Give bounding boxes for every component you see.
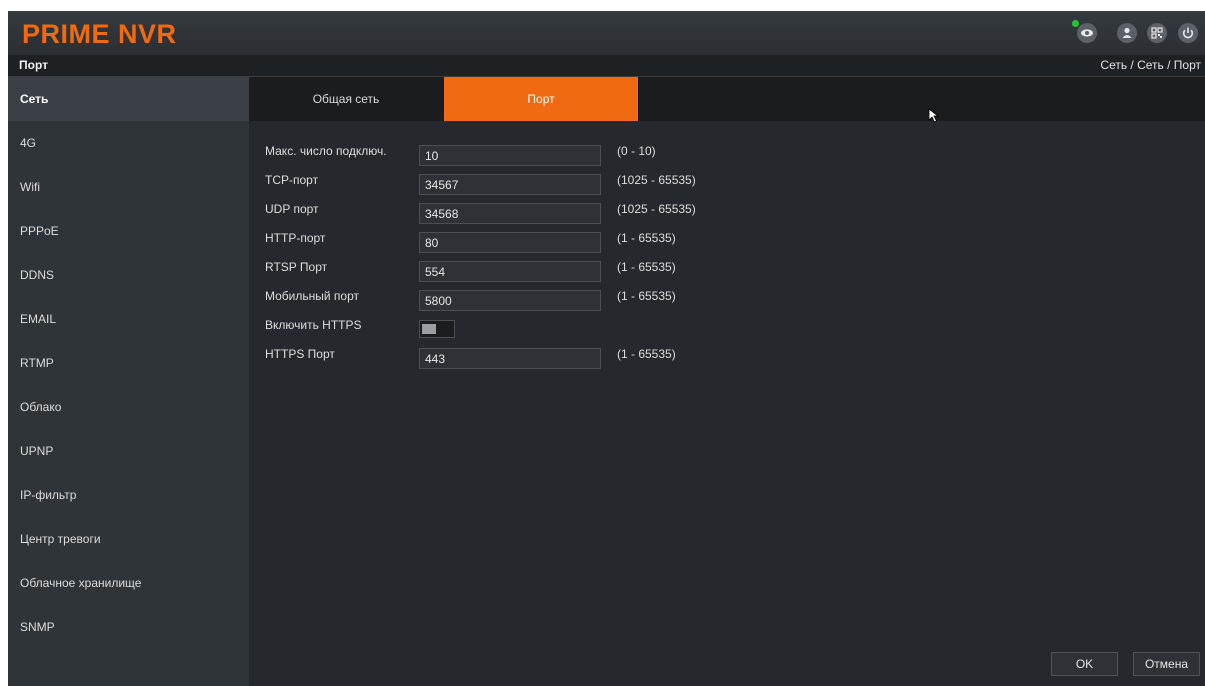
qr-code-icon[interactable] [1147,23,1167,43]
tcp-port-row: TCP-порт 34567 (1025 - 65535) [249,170,849,198]
https-port-label: HTTPS Порт [265,347,335,361]
sidebar-item-ddns[interactable]: DDNS [8,253,249,297]
max-connections-input[interactable]: 10 [419,145,601,166]
mouse-cursor-icon [928,108,942,124]
tcp-port-label: TCP-порт [265,173,319,187]
sidebar-item-network[interactable]: Сеть [8,77,249,121]
sidebar-item-cloud[interactable]: Облако [8,385,249,429]
udp-port-row: UDP порт 34568 (1025 - 65535) [249,199,849,227]
sidebar-item-4g[interactable]: 4G [8,121,249,165]
sidebar-item-cloud-storage[interactable]: Облачное хранилище [8,561,249,605]
tab-port[interactable]: Порт [444,77,638,121]
max-connections-range: (0 - 10) [617,144,656,158]
udp-port-range: (1025 - 65535) [617,202,696,216]
tcp-port-input[interactable]: 34567 [419,174,601,195]
https-enable-label: Включить HTTPS [265,318,362,332]
http-port-row: HTTP-порт 80 (1 - 65535) [249,228,849,256]
tab-general-network[interactable]: Общая сеть [249,77,443,121]
top-header: PRIME NVR [8,11,1205,55]
eye-icon[interactable] [1077,23,1097,43]
page-title: Порт [19,58,49,72]
udp-port-label: UDP порт [265,202,319,216]
breadcrumb: Сеть / Сеть / Порт [1100,58,1201,72]
rtsp-port-range: (1 - 65535) [617,260,676,274]
https-enable-toggle[interactable] [419,320,455,338]
http-port-range: (1 - 65535) [617,231,676,245]
max-connections-label: Макс. число подключ. [265,144,387,158]
logo: PRIME NVR [22,19,177,49]
subheader: Порт Сеть / Сеть / Порт [8,55,1205,77]
https-port-input[interactable]: 443 [419,348,601,369]
sidebar-item-rtmp[interactable]: RTMP [8,341,249,385]
sidebar-item-alarm-center[interactable]: Центр тревоги [8,517,249,561]
power-icon[interactable] [1178,23,1198,43]
mobile-port-input[interactable]: 5800 [419,290,601,311]
sidebar: Сеть 4G Wifi PPPoE DDNS EMAIL RTMP Облак… [8,77,249,686]
toggle-knob [422,324,436,334]
tcp-port-range: (1025 - 65535) [617,173,696,187]
user-icon[interactable] [1117,23,1137,43]
mobile-port-label: Мобильный порт [265,289,360,303]
rtsp-port-input[interactable]: 554 [419,261,601,282]
mobile-port-row: Мобильный порт 5800 (1 - 65535) [249,286,849,314]
https-enable-row: Включить HTTPS [249,315,849,343]
sidebar-item-email[interactable]: EMAIL [8,297,249,341]
https-port-range: (1 - 65535) [617,347,676,361]
port-settings-form: Макс. число подключ. 10 (0 - 10) TCP-пор… [249,121,1205,641]
sidebar-item-wifi[interactable]: Wifi [8,165,249,209]
tab-bar: Общая сеть Порт [249,77,1205,121]
udp-port-input[interactable]: 34568 [419,203,601,224]
rtsp-port-row: RTSP Порт 554 (1 - 65535) [249,257,849,285]
rtsp-port-label: RTSP Порт [265,260,328,274]
https-port-row: HTTPS Порт 443 (1 - 65535) [249,344,849,372]
sidebar-item-ip-filter[interactable]: IP-фильтр [8,473,249,517]
http-port-input[interactable]: 80 [419,232,601,253]
sidebar-item-pppoe[interactable]: PPPoE [8,209,249,253]
sidebar-item-upnp[interactable]: UPNP [8,429,249,473]
cancel-button[interactable]: Отмена [1133,652,1200,676]
ok-button[interactable]: OK [1051,652,1118,676]
max-connections-row: Макс. число подключ. 10 (0 - 10) [249,141,849,169]
sidebar-item-snmp[interactable]: SNMP [8,605,249,649]
mobile-port-range: (1 - 65535) [617,289,676,303]
app-window: PRIME NVR Порт Сеть / Сеть / Порт Сеть 4… [8,11,1205,686]
http-port-label: HTTP-порт [265,231,326,245]
